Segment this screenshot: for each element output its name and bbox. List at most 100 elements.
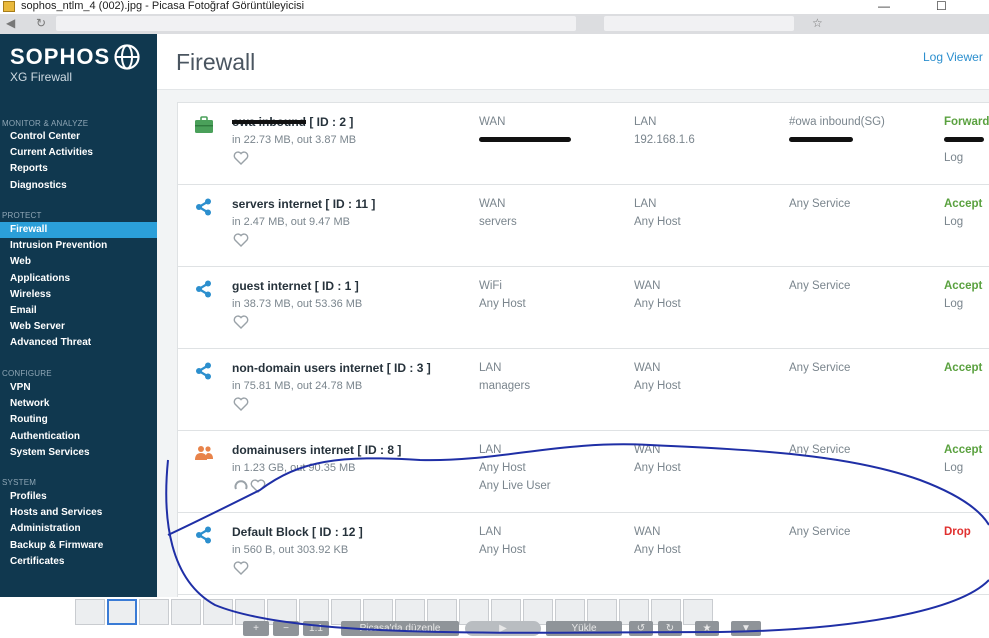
refresh-icon: ↻ (36, 16, 47, 30)
nav-control-center[interactable]: Control Center (0, 129, 157, 145)
rule-row[interactable]: servers internet [ ID : 11 ] in 2.47 MB,… (178, 185, 989, 267)
heart-icon[interactable] (233, 561, 249, 575)
source-network: Any Host (479, 298, 526, 310)
thumbnail[interactable] (171, 599, 201, 625)
nav-routing[interactable]: Routing (0, 412, 157, 428)
rule-name[interactable]: non-domain users internet [ ID : 3 ] (232, 361, 431, 375)
zoom-out-button[interactable]: − (273, 621, 299, 636)
dest-network: 192.168.1.6 (634, 134, 695, 146)
rule-action: Drop (944, 523, 971, 541)
rule-source: WAN servers (479, 195, 517, 231)
rule-name-text: guest internet (232, 279, 312, 293)
rule-id: [ ID : 2 ] (309, 115, 354, 129)
main-content: Firewall Log Viewer owa inbound [ ID : 2… (157, 34, 989, 597)
service-redacted (789, 131, 885, 149)
rule-action: Accept Log (944, 277, 982, 313)
rule-row[interactable]: Default Block [ ID : 12 ] in 560 B, out … (178, 513, 989, 595)
heart-icon[interactable] (233, 233, 249, 247)
nav-email[interactable]: Email (0, 303, 157, 319)
heart-icon[interactable] (233, 397, 249, 411)
nav-reports[interactable]: Reports (0, 161, 157, 177)
dest-network: Any Host (634, 544, 681, 556)
rule-name-text: servers internet (232, 197, 323, 211)
rule-name[interactable]: guest internet [ ID : 1 ] (232, 279, 359, 293)
rule-name[interactable]: servers internet [ ID : 11 ] (232, 197, 375, 211)
nav-network[interactable]: Network (0, 396, 157, 412)
thumbnail[interactable] (75, 599, 105, 625)
nav-hosts-and-services[interactable]: Hosts and Services (0, 505, 157, 521)
upload-button[interactable]: Yükle (546, 621, 622, 636)
minimize-button[interactable]: — (878, 0, 890, 13)
address-bar (56, 16, 576, 31)
service-name: #owa inbound(SG) (789, 116, 885, 128)
nav-web[interactable]: Web (0, 254, 157, 270)
nav-profiles[interactable]: Profiles (0, 489, 157, 505)
rule-row[interactable]: non-domain users internet [ ID : 3 ] in … (178, 349, 989, 431)
rotate-left-icon[interactable]: ↺ (629, 621, 653, 636)
browser-chrome-blurred: ◀ ↻ ☆ (0, 14, 989, 34)
more-icon[interactable]: ▼ (731, 621, 761, 636)
users-icon (195, 446, 213, 460)
action-label: Drop (944, 526, 971, 538)
log-label: Log (944, 462, 964, 474)
nav-vpn[interactable]: VPN (0, 380, 157, 396)
action-label: Accept (944, 444, 983, 456)
service-name: Any Service (789, 280, 851, 292)
service-name: Any Service (789, 198, 851, 210)
nav-current-activities[interactable]: Current Activities (0, 145, 157, 161)
nav-diagnostics[interactable]: Diagnostics (0, 178, 157, 194)
rule-service: #owa inbound(SG) (789, 113, 885, 149)
rule-action: Accept Log (944, 195, 982, 231)
source-zone: WAN (479, 116, 506, 128)
dest-network: Any Host (634, 380, 681, 392)
heart-icon[interactable] (250, 479, 266, 493)
rule-name[interactable]: owa inbound [ ID : 2 ] (232, 115, 353, 129)
nav-intrusion-prevention[interactable]: Intrusion Prevention (0, 238, 157, 254)
nav-system-services[interactable]: System Services (0, 445, 157, 461)
rule-name-text: non-domain users internet (232, 361, 384, 375)
log-viewer-link[interactable]: Log Viewer (923, 50, 983, 64)
maximize-button[interactable]: ☐ (936, 0, 947, 13)
rule-traffic: in 1.23 GB, out 90.35 MB (232, 462, 356, 474)
thumbnail-selected[interactable] (107, 599, 137, 625)
source-zone: WiFi (479, 280, 502, 292)
source-network: servers (479, 216, 517, 228)
briefcase-icon (195, 116, 213, 133)
rule-traffic: in 75.81 MB, out 24.78 MB (232, 380, 363, 392)
section-system: SYSTEM (2, 478, 37, 487)
play-slideshow-button[interactable]: ▶ (465, 621, 541, 636)
heart-icon[interactable] (233, 151, 249, 165)
rule-row[interactable]: domainusers internet [ ID : 8 ] in 1.23 … (178, 431, 989, 513)
rule-source: WAN (479, 113, 571, 149)
thumbnail[interactable] (203, 599, 233, 625)
star-icon[interactable]: ★ (695, 621, 719, 636)
share-icon (196, 198, 211, 216)
nav-wireless[interactable]: Wireless (0, 287, 157, 303)
rule-name[interactable]: domainusers internet [ ID : 8 ] (232, 443, 401, 457)
nav-backup-firmware[interactable]: Backup & Firmware (0, 538, 157, 554)
rule-service: Any Service (789, 277, 850, 295)
source-zone: WAN (479, 198, 506, 210)
rule-name[interactable]: Default Block [ ID : 12 ] (232, 525, 363, 539)
nav-protect: Firewall Intrusion Prevention Web Applic… (0, 222, 157, 352)
heart-icon[interactable] (233, 315, 249, 329)
nav-applications[interactable]: Applications (0, 271, 157, 287)
product-name: XG Firewall (10, 70, 73, 84)
nav-web-server[interactable]: Web Server (0, 319, 157, 335)
nav-advanced-threat[interactable]: Advanced Threat (0, 335, 157, 351)
rule-name-text: domainusers internet (232, 443, 355, 457)
rule-row[interactable]: guest internet [ ID : 1 ] in 38.73 MB, o… (178, 267, 989, 349)
nav-firewall[interactable]: Firewall (0, 222, 157, 239)
nav-administration[interactable]: Administration (0, 521, 157, 537)
edit-in-picasa-button[interactable]: Picasa'da düzenle (341, 621, 459, 636)
thumbnail[interactable] (139, 599, 169, 625)
nav-certificates[interactable]: Certificates (0, 554, 157, 570)
rule-action: Accept Log (944, 441, 982, 477)
rotate-right-icon[interactable]: ↻ (658, 621, 682, 636)
zoom-actual-button[interactable]: 1:1 (303, 621, 329, 636)
rule-row[interactable]: owa inbound [ ID : 2 ] in 22.73 MB, out … (178, 103, 989, 185)
rule-id: [ ID : 11 ] (325, 197, 376, 211)
nav-authentication[interactable]: Authentication (0, 429, 157, 445)
zoom-in-button[interactable]: + (243, 621, 269, 636)
rule-id: [ ID : 8 ] (357, 443, 402, 457)
